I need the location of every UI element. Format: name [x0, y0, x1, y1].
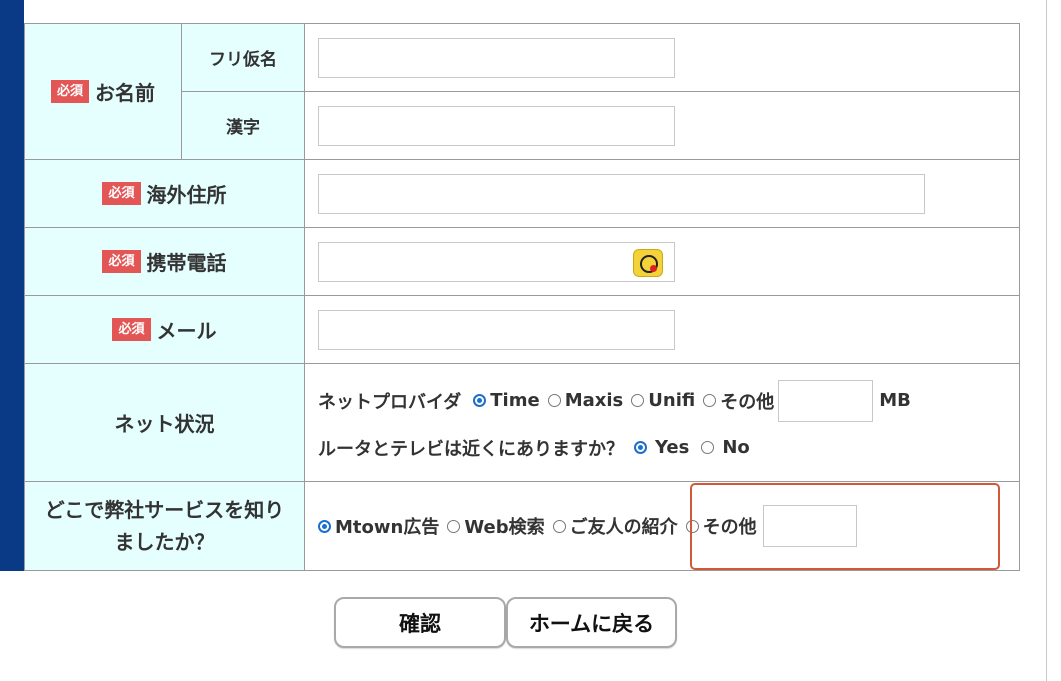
name-furigana-row: 必須 お名前 フリ仮名: [24, 23, 1020, 160]
radio-button[interactable]: [631, 394, 645, 407]
email-input[interactable]: [318, 309, 675, 350]
source-option-friend[interactable]: ご友人の紹介: [552, 513, 678, 539]
home-button[interactable]: ホームに戻る: [506, 597, 677, 648]
address-row: 必須 海外住所: [24, 159, 1020, 228]
required-badge: 必須: [112, 318, 151, 341]
provider-option-maxis[interactable]: Maxis: [547, 390, 624, 411]
email-cell: [304, 295, 1020, 364]
source-options-line: Mtown広告 Web検索 ご友人の紹介 その他: [318, 505, 1019, 547]
router-line: ルータとテレビは近くにありますか？ Yes No: [318, 426, 1019, 470]
application-form-table: 必須 お名前 フリ仮名 漢字 必須 海外住所 必須 携帯電話 必須 メール ネッ…: [24, 23, 1020, 571]
provider-option-time[interactable]: Time: [473, 390, 540, 411]
furigana-input[interactable]: [318, 37, 675, 78]
source-option-other[interactable]: その他: [685, 513, 757, 539]
option-label: その他: [720, 391, 775, 413]
autofill-helper-icon[interactable]: [633, 248, 663, 277]
option-label: その他: [702, 517, 757, 538]
email-label-cell: 必須 メール: [24, 295, 305, 364]
source-label-cell: どこで弊社サービスを知りましたか？: [24, 481, 305, 571]
option-label: Time: [490, 390, 540, 411]
address-label-cell: 必須 海外住所: [24, 159, 305, 228]
furigana-label: フリ仮名: [181, 23, 305, 92]
phone-row: 必須 携帯電話: [24, 227, 1020, 296]
option-label: Maxis: [564, 390, 624, 411]
radio-button[interactable]: [547, 394, 561, 407]
option-label: Mtown広告: [335, 517, 440, 538]
email-row: 必須 メール: [24, 295, 1020, 364]
provider-option-other[interactable]: その他: [703, 388, 774, 414]
net-status-row: ネット状況 ネットプロバイダ Time Maxis Unifi その他 MB ル…: [24, 363, 1020, 482]
unit-label: MB: [879, 390, 911, 411]
radio-button[interactable]: [473, 394, 487, 407]
source-cell: Mtown広告 Web検索 ご友人の紹介 その他: [304, 481, 1020, 571]
radio-button[interactable]: [701, 441, 715, 454]
kanji-cell: [304, 91, 1020, 160]
router-question: ルータとテレビは近くにありますか？: [318, 438, 624, 460]
name-label: お名前: [95, 81, 155, 105]
router-option-no[interactable]: No: [701, 437, 750, 458]
source-other-input[interactable]: [762, 505, 857, 547]
address-cell: [304, 159, 1020, 228]
phone-cell: [304, 227, 1020, 296]
option-label: ご友人の紹介: [569, 517, 678, 538]
router-option-yes[interactable]: Yes: [634, 437, 689, 458]
source-option-mtown[interactable]: Mtown広告: [318, 513, 439, 539]
address-label: 海外住所: [146, 183, 227, 207]
radio-button[interactable]: [552, 519, 566, 533]
radio-button[interactable]: [634, 441, 647, 454]
net-cell: ネットプロバイダ Time Maxis Unifi その他 MB ルータとテレビ…: [304, 363, 1020, 482]
source-label: どこで弊社サービスを知りましたか？: [44, 498, 285, 554]
radio-button[interactable]: [703, 394, 717, 407]
provider-line: ネットプロバイダ Time Maxis Unifi その他 MB: [318, 376, 1019, 426]
provider-option-unifi[interactable]: Unifi: [631, 390, 695, 411]
radio-button[interactable]: [447, 519, 461, 533]
net-label: ネット状況: [114, 412, 215, 436]
provider-label: ネットプロバイダ: [318, 391, 462, 413]
net-label-cell: ネット状況: [24, 363, 305, 482]
phone-label-cell: 必須 携帯電話: [24, 227, 305, 296]
option-label: Web検索: [464, 517, 545, 538]
required-badge: 必須: [102, 250, 141, 273]
kanji-input[interactable]: [318, 105, 675, 146]
radio-button[interactable]: [685, 519, 699, 533]
confirm-button[interactable]: 確認: [334, 597, 506, 648]
source-row: どこで弊社サービスを知りましたか？ Mtown広告 Web検索 ご友人の紹介 そ…: [24, 481, 1020, 571]
source-option-web[interactable]: Web検索: [447, 513, 545, 539]
address-input[interactable]: [318, 173, 925, 214]
required-badge: 必須: [102, 182, 141, 205]
furigana-cell: [304, 23, 1020, 92]
kanji-label: 漢字: [181, 91, 305, 160]
name-label-cell: 必須 お名前: [24, 23, 182, 160]
option-label: Yes: [655, 437, 690, 458]
option-label: Unifi: [648, 390, 696, 411]
radio-button[interactable]: [318, 519, 331, 533]
phone-label: 携帯電話: [146, 251, 227, 275]
option-label: No: [722, 437, 750, 458]
scrollbar-track: [1046, 0, 1047, 681]
left-accent-bar: [0, 0, 24, 571]
required-badge: 必須: [50, 80, 89, 103]
provider-other-input[interactable]: [778, 379, 874, 422]
phone-input[interactable]: [318, 241, 675, 282]
email-label: メール: [156, 319, 217, 343]
